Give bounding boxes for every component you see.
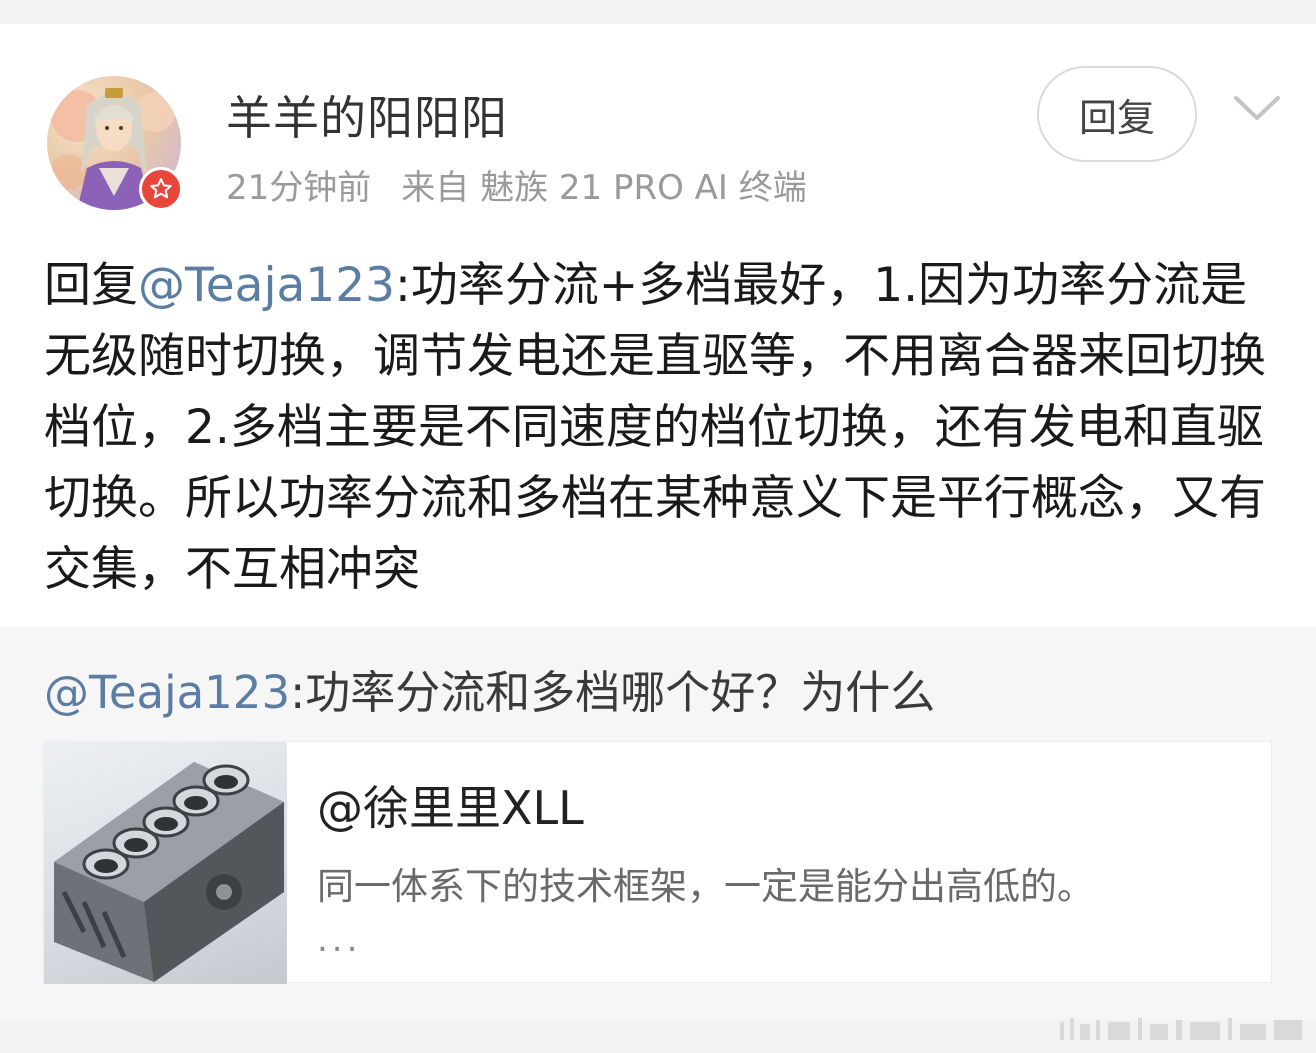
link-card-title: @徐里里XLL xyxy=(317,781,584,835)
star-icon xyxy=(150,178,172,199)
mention-link[interactable]: @Teaja123 xyxy=(138,258,395,313)
quoted-text: @Teaja123:功率分流和多档哪个好？为什么 xyxy=(44,663,1274,723)
watermark-image xyxy=(1060,1018,1302,1040)
link-card[interactable]: @徐里里XLL 同一体系下的技术框架，一定是能分出高低的。 ... xyxy=(43,741,1272,984)
quoted-body: :功率分流和多档哪个好？为什么 xyxy=(290,666,936,719)
reply-prefix: 回复 xyxy=(44,258,138,313)
quoted-post[interactable]: @Teaja123:功率分流和多档哪个好？为什么 @徐里里XLL 同一体系下的技… xyxy=(0,627,1316,1020)
engine-block-image xyxy=(54,762,284,982)
link-card-description: 同一体系下的技术框架，一定是能分出高低的。 xyxy=(317,865,1094,908)
quoted-mention-link[interactable]: @Teaja123 xyxy=(44,666,290,719)
comment-body: 回复@Teaja123:功率分流+多档最好，1.因为功率分流是无级随时切换，调节… xyxy=(44,250,1280,605)
watermark-pattern xyxy=(1056,1014,1306,1044)
top-strip xyxy=(0,0,1316,24)
verified-badge xyxy=(139,167,183,211)
menu-chevron-button[interactable] xyxy=(1230,88,1284,128)
post-meta: 21分钟前 来自 魅族 21 PRO AI 终端 xyxy=(226,160,807,209)
post-source: 来自 魅族 21 PRO AI 终端 xyxy=(401,168,807,208)
reply-button[interactable]: 回复 xyxy=(1037,66,1197,162)
comment-card: 羊羊的阳阳阳 21分钟前 来自 魅族 21 PRO AI 终端 回复 回复@Tea… xyxy=(0,24,1316,1020)
link-card-more: ... xyxy=(317,920,362,960)
post-time: 21分钟前 xyxy=(226,168,372,208)
comment-header: 羊羊的阳阳阳 21分钟前 来自 魅族 21 PRO AI 终端 回复 xyxy=(0,24,1316,224)
chevron-down-icon xyxy=(1234,96,1280,120)
link-thumbnail xyxy=(44,742,287,984)
username[interactable]: 羊羊的阳阳阳 xyxy=(226,82,508,148)
